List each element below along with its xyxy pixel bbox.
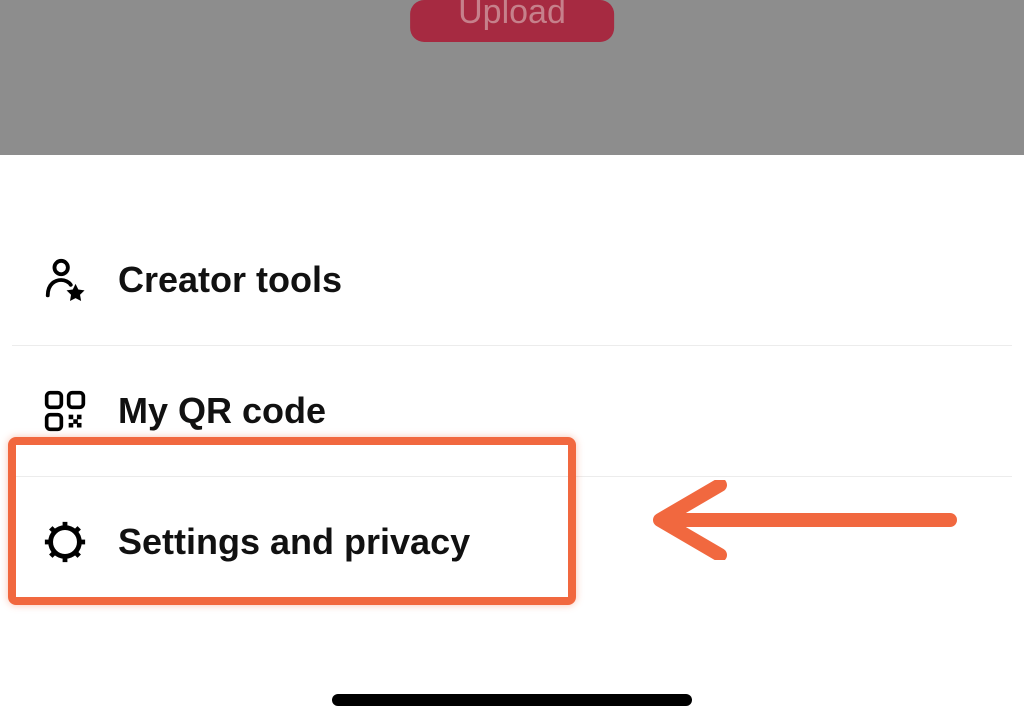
upload-button-label: Upload xyxy=(458,0,566,24)
menu-item-label: Creator tools xyxy=(118,259,342,301)
menu-item-creator-tools[interactable]: Creator tools xyxy=(0,215,1024,345)
qr-code-icon xyxy=(40,386,90,436)
menu-item-settings-privacy[interactable]: Settings and privacy xyxy=(0,477,1024,607)
bottom-sheet-menu: Creator tools My QR code xyxy=(0,155,1024,724)
menu-item-my-qr-code[interactable]: My QR code xyxy=(0,346,1024,476)
menu-item-label: My QR code xyxy=(118,390,326,432)
gear-icon xyxy=(40,517,90,567)
home-indicator xyxy=(332,694,692,706)
person-star-icon xyxy=(40,255,90,305)
upload-button[interactable]: Upload xyxy=(410,0,614,42)
menu-item-label: Settings and privacy xyxy=(118,521,470,563)
